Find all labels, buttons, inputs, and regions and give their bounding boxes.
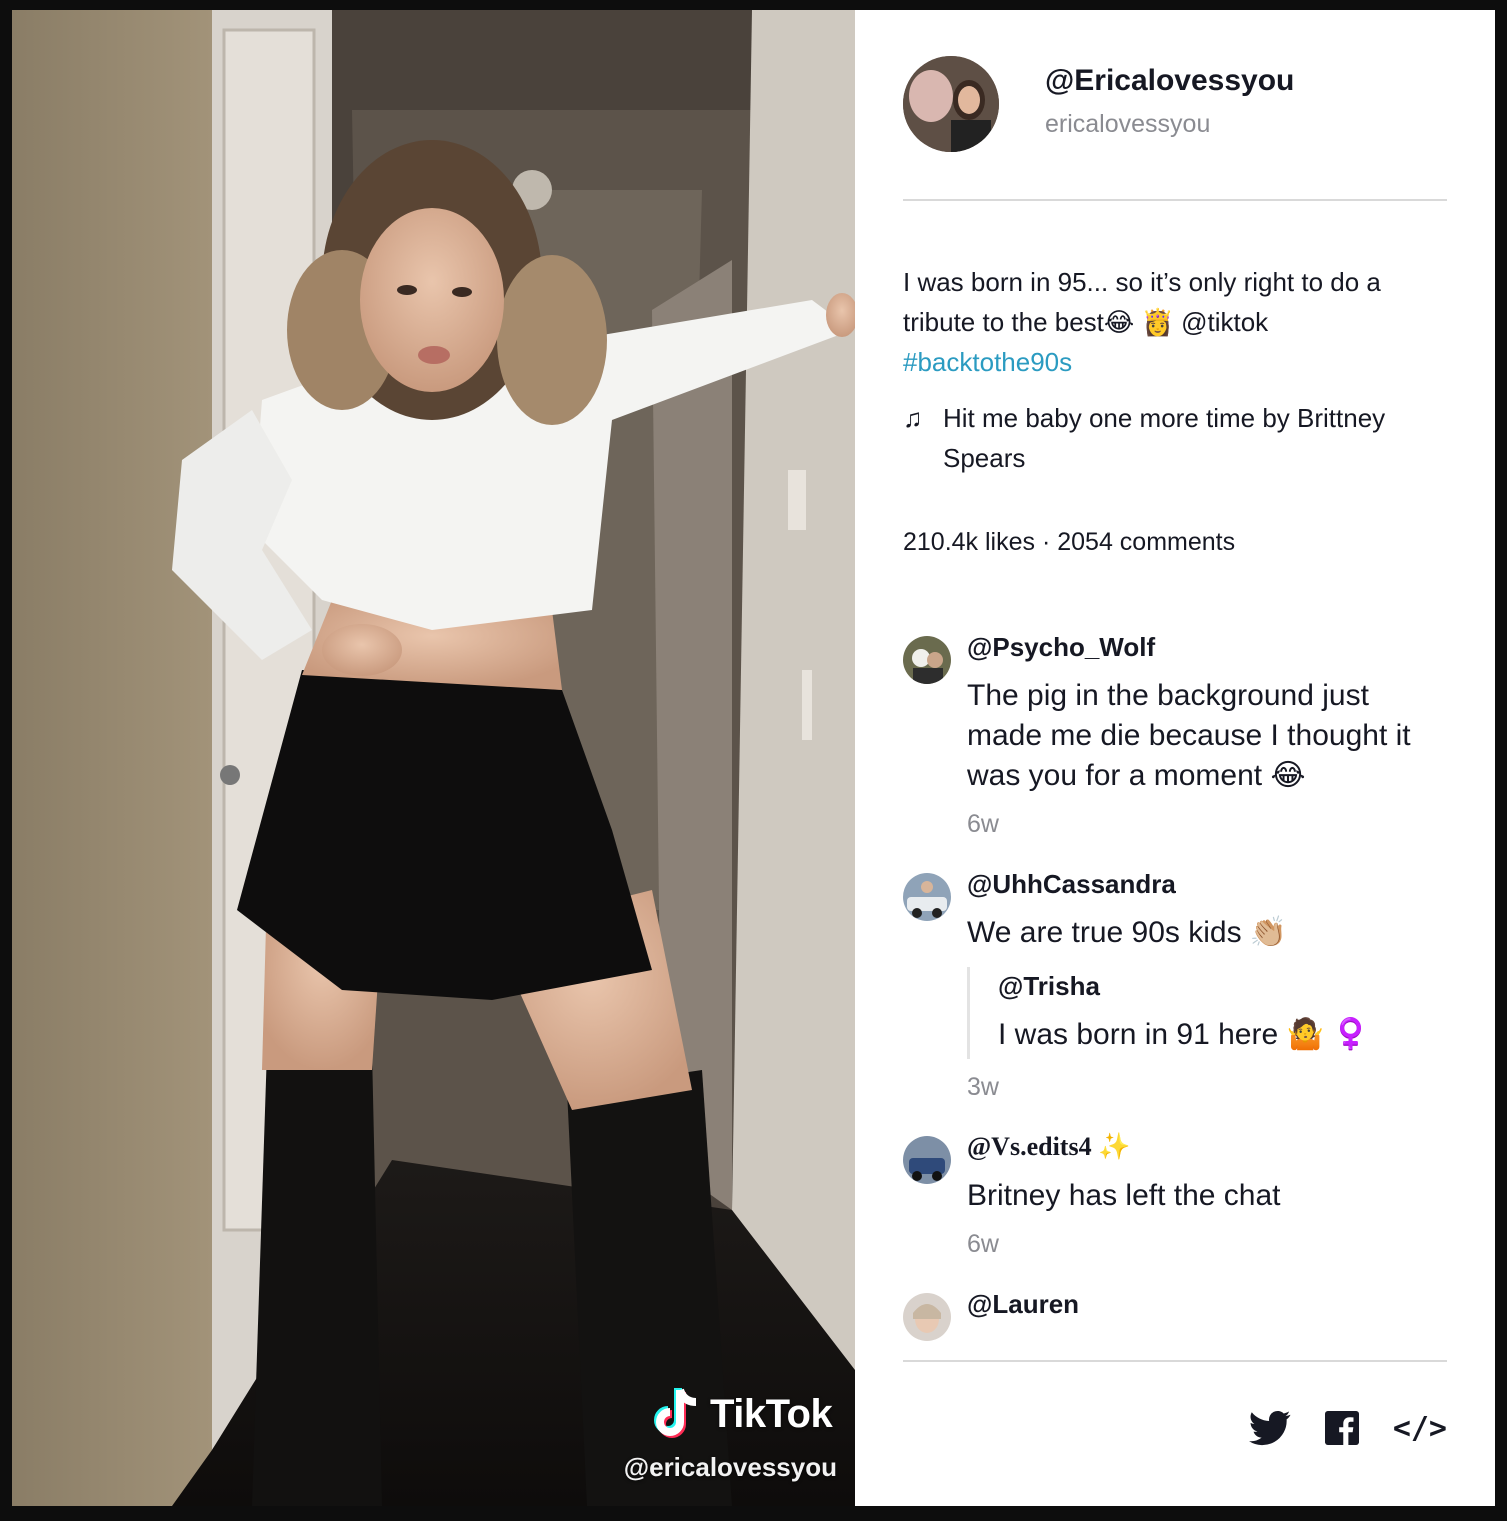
comment-text: The pig in the background just made me d… <box>967 679 1411 792</box>
facebook-icon <box>1324 1411 1359 1445</box>
tiktok-logo[interactable]: TikTok <box>648 1386 833 1442</box>
author-display-name[interactable]: @Ericalovessyou <box>1045 64 1294 98</box>
comment-username[interactable]: @Vs.edits4 ✨ <box>967 1130 1447 1164</box>
music-info[interactable]: ♫ Hit me baby one more time by Brittney … <box>903 398 1443 478</box>
caption-mention-link[interactable]: @tiktok <box>1181 307 1268 337</box>
comment-item: @UhhCassandra We are true 90s kids 👏🏼 @T… <box>903 867 1447 1102</box>
comment-time: 6w <box>967 1230 999 1258</box>
tiktok-note-icon <box>654 1388 697 1438</box>
engagement-stats: 210.4k likes · 2054 comments <box>903 528 1236 556</box>
caption-text: I was born in 95... so it’s only right t… <box>903 267 1381 337</box>
video-caption: I was born in 95... so it’s only right t… <box>903 262 1443 382</box>
author-avatar[interactable] <box>903 56 999 152</box>
comment-username[interactable]: @Lauren <box>967 1287 1447 1321</box>
comment-avatar[interactable] <box>903 1136 951 1184</box>
info-panel: @Ericalovessyou ericalovessyou I was bor… <box>855 10 1495 1506</box>
video-watermark-handle: @ericalovessyou <box>623 1452 837 1482</box>
comment-username[interactable]: @Psycho_Wolf <box>967 630 1447 664</box>
comment-text: We are true 90s kids 👏🏼 <box>967 916 1288 949</box>
twitter-icon <box>1248 1410 1291 1446</box>
music-title[interactable]: Hit me baby one more time by Brittney Sp… <box>943 398 1443 478</box>
reply-text: I was born in 91 here 🤷 ♀️ <box>998 1018 1370 1051</box>
comment-time: 6w <box>967 810 999 838</box>
comments-list[interactable]: @Psycho_Wolf The pig in the background j… <box>903 622 1447 1360</box>
facebook-share-button[interactable] <box>1324 1411 1359 1445</box>
comment-item: @Lauren <box>903 1287 1447 1341</box>
comment-time: 3w <box>967 1073 999 1101</box>
header-divider <box>903 199 1447 201</box>
comment-avatar[interactable] <box>903 1293 951 1341</box>
twitter-share-button[interactable] <box>1248 1410 1291 1446</box>
tiktok-embed-card: TikTok @ericalovessyou @Ericalovessyou e… <box>12 10 1495 1506</box>
comment-text: Britney has left the chat <box>967 1179 1281 1212</box>
comment-item: @Psycho_Wolf The pig in the background j… <box>903 630 1447 839</box>
share-bar: </> <box>1248 1410 1447 1446</box>
comment-avatar[interactable] <box>903 873 951 921</box>
footer-divider <box>903 1360 1447 1362</box>
author-username[interactable]: ericalovessyou <box>1045 110 1210 139</box>
embed-code-icon: </> <box>1392 1410 1447 1446</box>
comment-avatar[interactable] <box>903 636 951 684</box>
caption-hashtag-link[interactable]: #backtothe90s <box>903 347 1072 377</box>
video-player[interactable]: TikTok @ericalovessyou <box>12 10 855 1506</box>
comment-reply: @Trisha I was born in 91 here 🤷 ♀️ <box>967 967 1447 1059</box>
comment-username[interactable]: @UhhCassandra <box>967 867 1447 901</box>
tiktok-brand-text: TikTok <box>710 1391 833 1436</box>
reply-username[interactable]: @Trisha <box>998 969 1447 1003</box>
video-frame-image <box>12 10 855 1506</box>
music-note-icon: ♫ <box>903 403 923 433</box>
embed-code-button[interactable]: </> <box>1393 1411 1447 1446</box>
comment-item: @Vs.edits4 ✨ Britney has left the chat 6… <box>903 1130 1447 1259</box>
